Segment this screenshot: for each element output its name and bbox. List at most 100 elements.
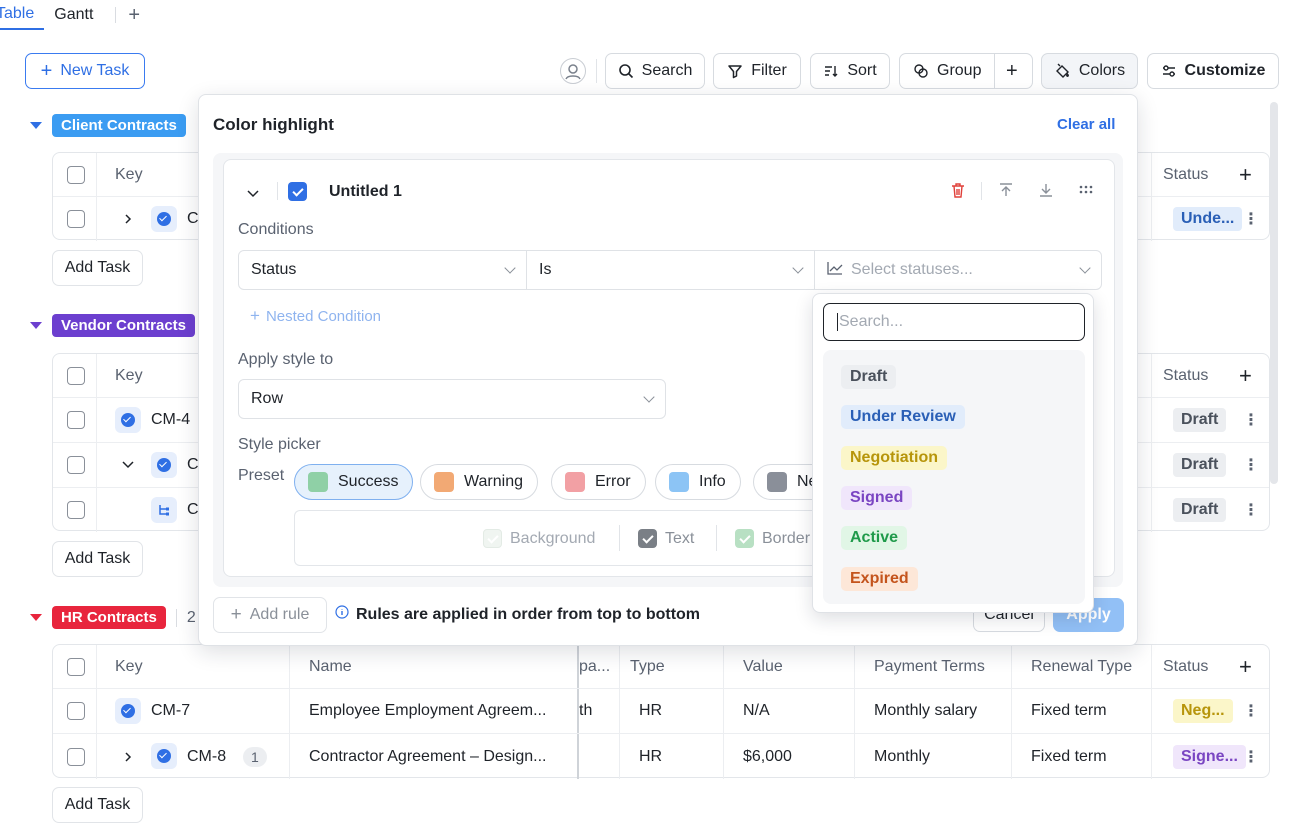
tab-gantt[interactable]: Gantt: [44, 0, 103, 30]
user-avatar-icon[interactable]: [560, 58, 586, 84]
column-header-type[interactable]: Type: [630, 645, 665, 688]
column-header-status[interactable]: Status: [1163, 153, 1208, 196]
row-checkbox[interactable]: [67, 197, 85, 241]
background-toggle[interactable]: Background: [483, 529, 595, 548]
rule-enabled-checkbox[interactable]: [288, 182, 307, 201]
sort-button[interactable]: Sort: [810, 53, 890, 89]
row-menu-icon[interactable]: ⋮: [1243, 398, 1259, 442]
text-toggle[interactable]: Text: [638, 529, 694, 548]
add-column-icon[interactable]: +: [1239, 354, 1252, 397]
group-header-client[interactable]: Client Contracts: [30, 114, 186, 137]
row-type[interactable]: HR: [639, 689, 662, 733]
add-task-button-vendor[interactable]: Add Task: [52, 541, 143, 577]
condition-field-select[interactable]: Status: [238, 250, 527, 290]
column-header-status[interactable]: Status: [1163, 354, 1208, 397]
add-task-button-client[interactable]: Add Task: [52, 250, 143, 286]
group-button[interactable]: Group +: [899, 53, 1033, 89]
row-name[interactable]: Employee Employment Agreem...: [309, 689, 546, 733]
column-header-key[interactable]: Key: [115, 153, 143, 196]
collapse-chevron-icon[interactable]: [121, 443, 135, 487]
row-menu-icon[interactable]: ⋮: [1243, 443, 1259, 487]
group-header-hr[interactable]: HR Contracts 2: [30, 606, 196, 629]
collapse-caret-icon[interactable]: [30, 122, 42, 129]
vertical-scrollbar[interactable]: [1270, 102, 1278, 484]
row-payment-terms[interactable]: Monthly: [874, 734, 930, 779]
expand-chevron-icon[interactable]: [123, 734, 133, 779]
row-key[interactable]: C: [187, 443, 199, 487]
row-key[interactable]: CM-7: [151, 689, 190, 733]
row-menu-icon[interactable]: ⋮: [1243, 689, 1259, 733]
add-column-icon[interactable]: +: [1239, 645, 1252, 688]
nested-condition-button[interactable]: + Nested Condition: [250, 306, 381, 326]
row-checkbox[interactable]: [67, 443, 85, 487]
column-header-key[interactable]: Key: [115, 354, 143, 397]
collapse-caret-icon[interactable]: [30, 322, 42, 329]
status-option-under-review[interactable]: Under Review: [841, 405, 965, 429]
row-checkbox[interactable]: [67, 689, 85, 733]
column-header-name[interactable]: Name: [309, 645, 352, 688]
row-key[interactable]: C: [187, 488, 199, 532]
row-key[interactable]: C: [187, 197, 199, 241]
status-cell[interactable]: Draft: [1173, 488, 1227, 532]
table-row[interactable]: CM-7 Employee Employment Agreem... th HR…: [53, 689, 1269, 734]
row-key[interactable]: CM-8: [187, 734, 226, 779]
column-header-partial[interactable]: pa...: [579, 645, 619, 688]
row-renewal-type[interactable]: Fixed term: [1031, 689, 1107, 733]
status-cell[interactable]: Draft: [1173, 443, 1227, 487]
column-header-value[interactable]: Value: [743, 645, 783, 688]
preset-info[interactable]: Info: [655, 464, 741, 500]
trash-icon[interactable]: [950, 182, 966, 203]
add-view-icon[interactable]: +: [128, 4, 140, 27]
status-cell[interactable]: Signe...: [1173, 734, 1246, 779]
tab-table[interactable]: Table: [0, 0, 45, 30]
collapse-caret-icon[interactable]: [30, 614, 42, 621]
row-type[interactable]: HR: [639, 734, 662, 779]
row-value[interactable]: $6,000: [743, 734, 792, 779]
status-cell[interactable]: Neg...: [1173, 689, 1233, 733]
preset-warning[interactable]: Warning: [420, 464, 538, 500]
row-menu-icon[interactable]: ⋮: [1243, 197, 1259, 241]
select-all-checkbox[interactable]: [67, 645, 85, 688]
condition-operator-select[interactable]: Is: [526, 250, 815, 290]
group-header-vendor[interactable]: Vendor Contracts: [30, 314, 196, 337]
add-rule-button[interactable]: + Add rule: [213, 597, 327, 633]
expand-chevron-icon[interactable]: [123, 197, 133, 241]
add-group-icon[interactable]: +: [1006, 60, 1018, 83]
row-menu-icon[interactable]: ⋮: [1243, 734, 1259, 779]
drag-handle-icon[interactable]: [1079, 184, 1093, 201]
row-name[interactable]: Contractor Agreement – Design...: [309, 734, 546, 779]
row-checkbox[interactable]: [67, 398, 85, 442]
column-header-status[interactable]: Status: [1163, 645, 1208, 688]
row-menu-icon[interactable]: ⋮: [1243, 488, 1259, 532]
status-option-expired[interactable]: Expired: [841, 567, 918, 591]
status-cell[interactable]: Unde...: [1173, 197, 1243, 241]
column-header-key[interactable]: Key: [115, 645, 143, 688]
colors-button[interactable]: Colors: [1041, 53, 1138, 89]
filter-button[interactable]: Filter: [713, 53, 801, 89]
row-checkbox[interactable]: [67, 488, 85, 532]
border-toggle[interactable]: Border: [735, 529, 810, 548]
add-column-icon[interactable]: +: [1239, 153, 1252, 196]
preset-error[interactable]: Error: [551, 464, 646, 500]
status-option-signed[interactable]: Signed: [841, 486, 913, 510]
status-option-draft[interactable]: Draft: [841, 365, 897, 389]
move-to-top-icon[interactable]: [998, 182, 1014, 202]
status-cell[interactable]: Draft: [1173, 398, 1227, 442]
customize-button[interactable]: Customize: [1147, 53, 1279, 89]
new-task-button[interactable]: + New Task: [25, 53, 145, 89]
apply-style-select[interactable]: Row: [238, 379, 666, 419]
clear-all-link[interactable]: Clear all: [1057, 116, 1115, 133]
status-option-active[interactable]: Active: [841, 526, 908, 550]
select-all-checkbox[interactable]: [67, 153, 85, 196]
search-button[interactable]: Search: [605, 53, 705, 89]
preset-success[interactable]: Success: [294, 464, 414, 500]
row-value[interactable]: N/A: [743, 689, 770, 733]
move-to-bottom-icon[interactable]: [1038, 182, 1054, 202]
add-task-button-hr[interactable]: Add Task: [52, 787, 143, 823]
row-key[interactable]: CM-4: [151, 398, 190, 442]
collapse-rule-chevron-icon[interactable]: [246, 186, 260, 203]
status-search-input[interactable]: Search...: [823, 303, 1085, 341]
rule-name[interactable]: Untitled 1: [329, 183, 402, 201]
row-renewal-type[interactable]: Fixed term: [1031, 734, 1107, 779]
column-header-payment-terms[interactable]: Payment Terms: [874, 645, 985, 688]
